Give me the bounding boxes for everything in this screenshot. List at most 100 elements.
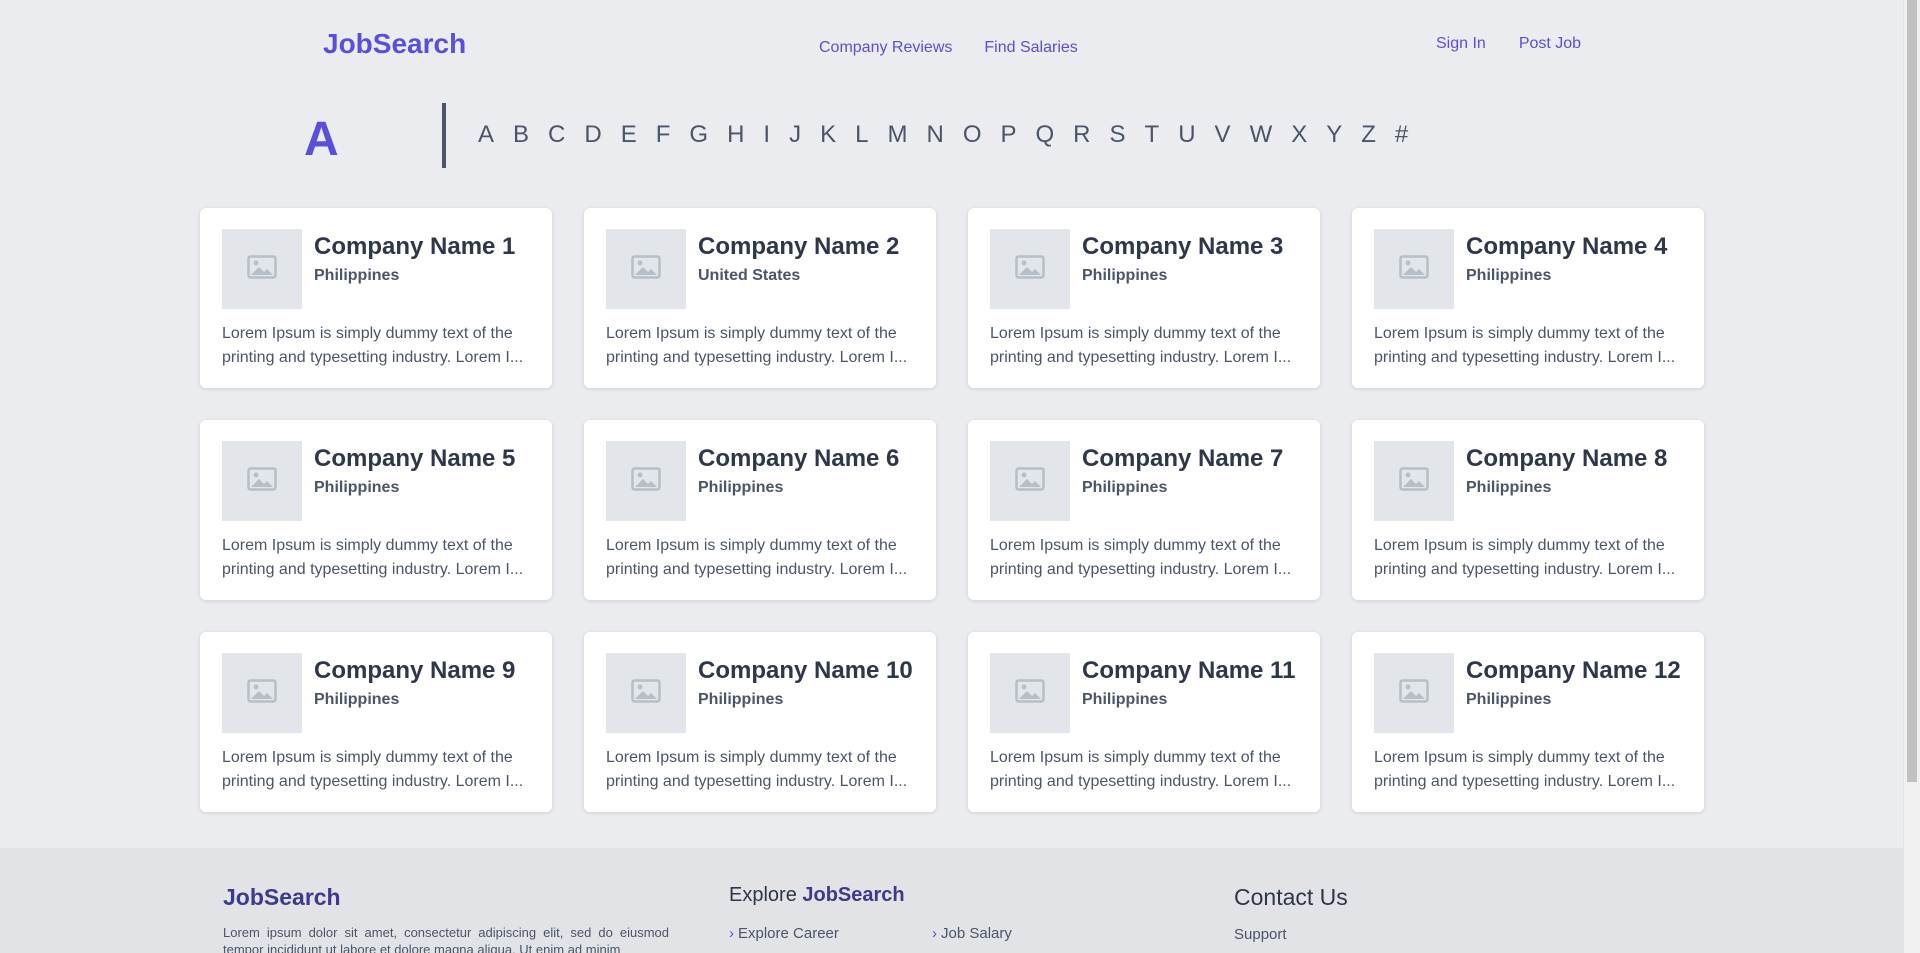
company-description: Lorem Ipsum is simply dummy text of the p… bbox=[1374, 322, 1682, 370]
post-job-link[interactable]: Post Job bbox=[1519, 35, 1581, 53]
company-description: Lorem Ipsum is simply dummy text of the p… bbox=[222, 534, 530, 582]
alphabet-letter[interactable]: L bbox=[855, 121, 868, 149]
alphabet-letter[interactable]: N bbox=[926, 121, 943, 149]
alphabet-letter[interactable]: Z bbox=[1361, 121, 1376, 149]
company-card[interactable]: Company Name 12 Philippines Lorem Ipsum is… bbox=[1352, 632, 1704, 812]
alphabet-letter[interactable]: A bbox=[478, 121, 494, 149]
alphabet-letter[interactable]: Q bbox=[1036, 121, 1055, 149]
nav-find-salaries[interactable]: Find Salaries bbox=[984, 39, 1077, 57]
company-description: Lorem Ipsum is simply dummy text of the p… bbox=[990, 746, 1298, 794]
company-logo-placeholder bbox=[1374, 441, 1454, 521]
card-info: Company Name 5 Philippines bbox=[314, 441, 515, 497]
company-description: Lorem Ipsum is simply dummy text of the p… bbox=[606, 322, 914, 370]
footer-support-link[interactable]: Support bbox=[1234, 926, 1287, 943]
card-info: Company Name 10 Philippines bbox=[698, 653, 913, 709]
company-name[interactable]: Company Name 6 bbox=[698, 445, 899, 473]
company-card[interactable]: Company Name 1 Philippines Lorem Ipsum is … bbox=[200, 208, 552, 388]
nav-company-reviews[interactable]: Company Reviews bbox=[819, 39, 952, 57]
company-name[interactable]: Company Name 12 bbox=[1466, 657, 1681, 685]
description-line: Lorem Ipsum is simply dummy text of the bbox=[606, 749, 897, 766]
footer-logo[interactable]: JobSearch bbox=[223, 884, 341, 911]
explore-brand: JobSearch bbox=[802, 884, 905, 906]
footer-link-job-salary[interactable]: › Job Salary bbox=[932, 925, 1012, 942]
alphabet-letter[interactable]: X bbox=[1291, 121, 1307, 149]
image-icon bbox=[1015, 466, 1045, 496]
company-logo-placeholder bbox=[606, 441, 686, 521]
company-card[interactable]: Company Name 5 Philippines Lorem Ipsum is … bbox=[200, 420, 552, 600]
company-country: Philippines bbox=[1466, 479, 1552, 496]
description-line: printing and typesetting industry. Lorem… bbox=[990, 349, 1292, 366]
image-icon bbox=[631, 254, 661, 284]
company-name[interactable]: Company Name 10 bbox=[698, 657, 913, 685]
company-country: Philippines bbox=[1082, 691, 1168, 708]
alphabet-letter[interactable]: E bbox=[621, 121, 637, 149]
card-header: Company Name 12 Philippines bbox=[1374, 653, 1682, 734]
company-description: Lorem Ipsum is simply dummy text of the p… bbox=[1374, 746, 1682, 794]
company-card[interactable]: Company Name 9 Philippines Lorem Ipsum is … bbox=[200, 632, 552, 812]
company-description: Lorem Ipsum is simply dummy text of the p… bbox=[990, 534, 1298, 582]
company-description: Lorem Ipsum is simply dummy text of the p… bbox=[990, 322, 1298, 370]
alphabet-letter[interactable]: B bbox=[513, 121, 529, 149]
company-card[interactable]: Company Name 10 Philippines Lorem Ipsum is… bbox=[584, 632, 936, 812]
company-logo-placeholder bbox=[990, 441, 1070, 521]
card-header: Company Name 11 Philippines bbox=[990, 653, 1298, 734]
alphabet-letter[interactable]: # bbox=[1395, 121, 1408, 149]
company-name[interactable]: Company Name 11 bbox=[1082, 657, 1295, 685]
alphabet-letter[interactable]: J bbox=[789, 121, 801, 149]
company-name[interactable]: Company Name 3 bbox=[1082, 233, 1283, 261]
company-name[interactable]: Company Name 8 bbox=[1466, 445, 1667, 473]
image-icon bbox=[631, 466, 661, 496]
company-country: United States bbox=[698, 267, 801, 284]
description-line: printing and typesetting industry. Lorem… bbox=[606, 773, 908, 790]
company-card[interactable]: Company Name 8 Philippines Lorem Ipsum is … bbox=[1352, 420, 1704, 600]
alphabet-letter[interactable]: R bbox=[1073, 121, 1090, 149]
description-line: Lorem Ipsum is simply dummy text of the bbox=[1374, 537, 1665, 554]
company-card[interactable]: Company Name 3 Philippines Lorem Ipsum is … bbox=[968, 208, 1320, 388]
company-card[interactable]: Company Name 6 Philippines Lorem Ipsum is … bbox=[584, 420, 936, 600]
scrollbar-thumb[interactable] bbox=[1907, 0, 1917, 782]
company-name[interactable]: Company Name 1 bbox=[314, 233, 515, 261]
alphabet-letter[interactable]: M bbox=[887, 121, 907, 149]
card-info: Company Name 3 Philippines bbox=[1082, 229, 1283, 285]
alphabet-letter[interactable]: C bbox=[548, 121, 565, 149]
description-line: Lorem Ipsum is simply dummy text of the bbox=[222, 537, 513, 554]
company-card[interactable]: Company Name 11 Philippines Lorem Ipsum is… bbox=[968, 632, 1320, 812]
company-country: Philippines bbox=[698, 479, 784, 496]
card-header: Company Name 1 Philippines bbox=[222, 229, 530, 310]
description-line: Lorem Ipsum is simply dummy text of the bbox=[222, 325, 513, 342]
company-card[interactable]: Company Name 2 United States Lorem Ipsum i… bbox=[584, 208, 936, 388]
alphabet-letter[interactable]: D bbox=[584, 121, 601, 149]
site-logo[interactable]: JobSearch bbox=[323, 28, 466, 60]
alphabet-letter[interactable]: F bbox=[656, 121, 671, 149]
alphabet-letter[interactable]: K bbox=[820, 121, 836, 149]
company-name[interactable]: Company Name 4 bbox=[1466, 233, 1667, 261]
footer-link-explore-career[interactable]: › Explore Career bbox=[729, 925, 839, 942]
description-line: Lorem Ipsum is simply dummy text of the bbox=[1374, 749, 1665, 766]
sign-in-link[interactable]: Sign In bbox=[1436, 35, 1486, 53]
image-icon bbox=[1015, 678, 1045, 708]
company-logo-placeholder bbox=[1374, 229, 1454, 309]
alphabet-letter[interactable]: H bbox=[727, 121, 744, 149]
company-name[interactable]: Company Name 2 bbox=[698, 233, 899, 261]
alphabet-letter[interactable]: I bbox=[763, 121, 770, 149]
page-scrollbar[interactable] bbox=[1903, 0, 1920, 953]
alphabet-letter[interactable]: Y bbox=[1326, 121, 1342, 149]
company-card[interactable]: Company Name 7 Philippines Lorem Ipsum is … bbox=[968, 420, 1320, 600]
alphabet-letter[interactable]: T bbox=[1145, 121, 1160, 149]
image-icon bbox=[1399, 466, 1429, 496]
company-name[interactable]: Company Name 7 bbox=[1082, 445, 1283, 473]
alphabet-letter[interactable]: G bbox=[689, 121, 708, 149]
alphabet-letter[interactable]: U bbox=[1178, 121, 1195, 149]
chevron-right-icon: › bbox=[932, 925, 937, 942]
alphabet-letter[interactable]: W bbox=[1250, 121, 1273, 149]
alphabet-letter[interactable]: P bbox=[1000, 121, 1016, 149]
alphabet-letter[interactable]: S bbox=[1110, 121, 1126, 149]
company-card[interactable]: Company Name 4 Philippines Lorem Ipsum is … bbox=[1352, 208, 1704, 388]
company-name[interactable]: Company Name 5 bbox=[314, 445, 515, 473]
company-name[interactable]: Company Name 9 bbox=[314, 657, 515, 685]
alphabet-letter[interactable]: O bbox=[963, 121, 982, 149]
description-line: printing and typesetting industry. Lorem… bbox=[606, 561, 908, 578]
card-info: Company Name 7 Philippines bbox=[1082, 441, 1283, 497]
card-header: Company Name 5 Philippines bbox=[222, 441, 530, 522]
alphabet-letter[interactable]: V bbox=[1215, 121, 1231, 149]
